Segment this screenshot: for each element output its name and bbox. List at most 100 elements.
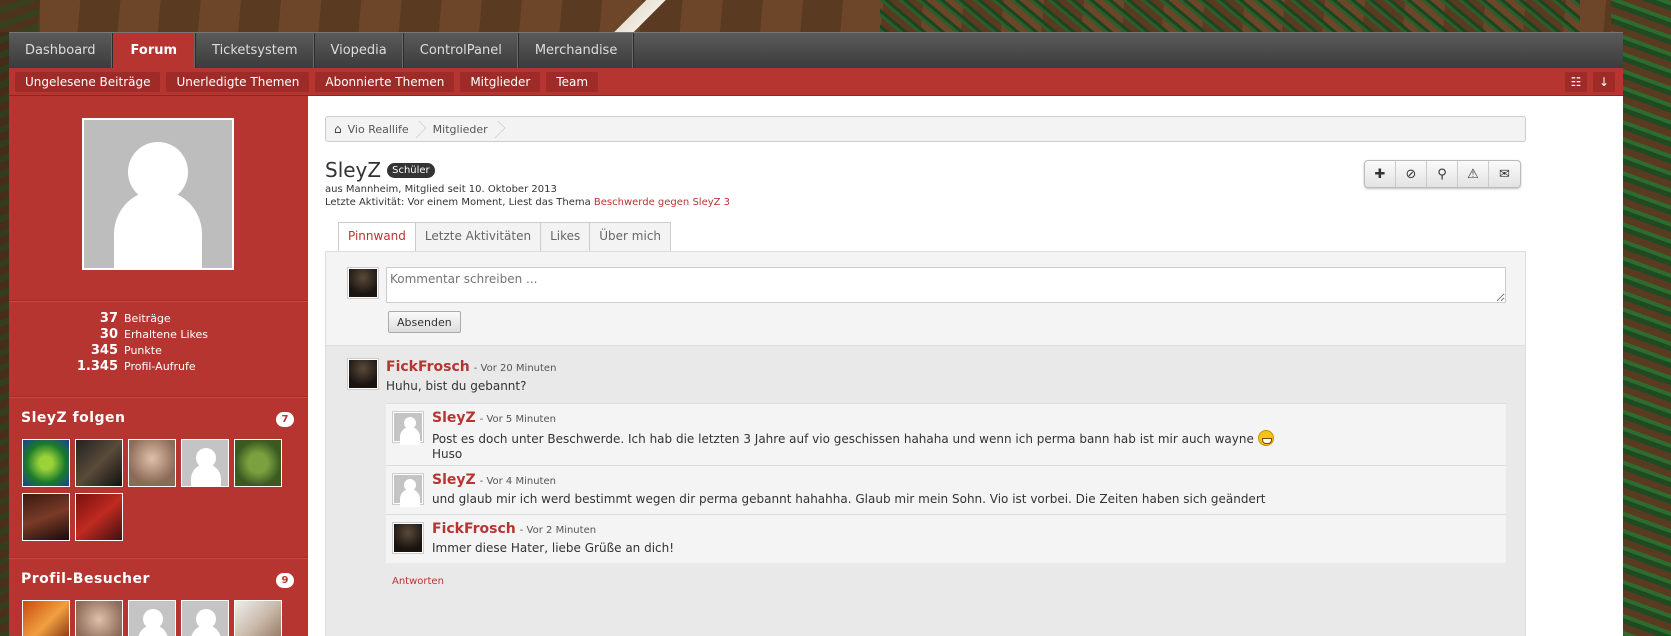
divider [9,300,308,301]
subnav-subscribed[interactable]: Abonnierte Themen [315,71,455,92]
reply-author[interactable]: FickFrosch [432,521,516,537]
reply-avatar[interactable] [392,522,424,554]
arrow-down-icon[interactable]: ↓ [1593,72,1615,92]
visitor-avatar[interactable] [22,600,70,636]
subnav-members[interactable]: Mitglieder [460,71,541,92]
reply-avatar[interactable] [392,473,424,507]
tab-dashboard[interactable]: Dashboard [9,33,113,68]
tab-pinnwand[interactable]: Pinnwand [338,222,416,252]
following-avatar[interactable] [75,493,123,541]
following-avatar[interactable] [181,439,229,487]
reply-text: Post es doch unter Beschwerde. Ich hab d… [432,430,1274,462]
wall: Absenden FickFrosch - Vor 20 Minuten Huh… [325,251,1526,636]
warning-icon[interactable]: ⚠ [1458,161,1489,187]
background-top [0,0,1671,32]
stat-value: 37 [99,310,118,326]
breadcrumb-item-members[interactable]: Mitglieder [425,117,504,141]
reply-line: Post es doch unter Beschwerde. Ich hab d… [432,432,1254,446]
divider [9,396,308,397]
profile-avatar [82,118,234,270]
stat-label: Profil-Aufrufe [124,359,196,373]
following-avatar[interactable] [22,493,70,541]
reply-time: - Vor 2 Minuten [519,525,597,536]
reply-item: FickFrosch - Vor 2 Minuten Immer diese H… [386,514,1506,563]
post-author[interactable]: FickFrosch [386,359,470,375]
comment-input[interactable] [386,267,1506,303]
post-text: Huhu, bist du gebannt? [386,379,527,393]
reply-author[interactable]: SleyZ [432,472,476,488]
subnav-team[interactable]: Team [546,71,599,92]
following-avatar[interactable] [22,439,70,487]
reply-time: - Vor 4 Minuten [479,476,556,487]
reply-text: und glaub mir ich werd bestimmt wegen di… [432,492,1266,506]
tab-forum[interactable]: Forum [112,33,197,68]
tab-ticketsystem[interactable]: Ticketsystem [196,33,315,68]
visitor-avatar[interactable] [234,600,282,636]
profile-tabs: Pinnwand Letzte Aktivitäten Likes Über m… [338,222,672,252]
stat-label: Punkte [124,343,162,357]
stat-value: 345 [90,342,118,358]
reply-item: SleyZ - Vor 4 Minuten und glaub mir ich … [386,465,1506,514]
plus-icon[interactable]: ✚ [1365,161,1396,187]
sitemap-icon[interactable]: ☷ [1565,72,1587,92]
tab-about[interactable]: Über mich [589,222,672,252]
visitor-avatar[interactable] [181,600,229,636]
tab-merchandise[interactable]: Merchandise [519,33,635,68]
stat-views: 1.345 Profil-Aufrufe [9,358,308,374]
visitor-avatar[interactable] [128,600,176,636]
stat-label: Beiträge [124,311,171,325]
following-avatar[interactable] [234,439,282,487]
rank-badge: Schüler [387,162,435,178]
breadcrumb-item-home[interactable]: ⌂ Vio Reallife [326,117,425,141]
activity-link[interactable]: Beschwerde gegen SleyZ 3 [594,197,730,208]
post-author-avatar[interactable] [347,358,379,390]
profile-activity: Letzte Aktivität: Vor einem Moment, Lies… [325,197,730,208]
tab-controlpanel[interactable]: ControlPanel [404,33,519,68]
stat-points[interactable]: 345 Punkte [9,342,308,358]
subnav-unread[interactable]: Ungelesene Beiträge [15,71,161,92]
chat-icon[interactable]: ✉ [1489,161,1520,187]
tab-recent-activity[interactable]: Letzte Aktivitäten [414,222,542,252]
stat-value: 1.345 [76,358,118,374]
stat-likes[interactable]: 30 Erhaltene Likes [9,326,308,342]
tab-viopedia[interactable]: Viopedia [315,33,404,68]
profile-meta: aus Mannheim, Mitglied seit 10. Oktober … [325,184,557,195]
profile-actions: ✚ ⊘ ⚲ ⚠ ✉ [1364,160,1521,188]
reply-line: Huso [432,447,463,461]
reply-author[interactable]: SleyZ [432,410,476,426]
following-avatar[interactable] [75,439,123,487]
home-icon: ⌂ [334,122,342,136]
tab-likes[interactable]: Likes [540,222,591,252]
profile-content: ⌂ Vio Reallife Mitglieder SleyZ Schüler … [308,96,1623,636]
block-icon[interactable]: ⊘ [1396,161,1427,187]
own-avatar [347,267,379,299]
visitors-list [22,600,302,636]
reply-time: - Vor 5 Minuten [479,414,556,425]
reply-link[interactable]: Antworten [392,576,444,587]
visitors-heading: Profil-Besucher [21,571,150,587]
reply-header: SleyZ - Vor 4 Minuten [432,472,556,488]
post-header: FickFrosch - Vor 20 Minuten [386,359,556,375]
following-avatar[interactable] [128,439,176,487]
profile-sidebar: 37 Beiträge 30 Erhaltene Likes 345 Punkt… [9,96,308,636]
post-time: - Vor 20 Minuten [473,363,557,374]
following-count-badge: 7 [276,412,294,427]
profile-header: SleyZ Schüler [325,158,435,182]
wall-post: FickFrosch - Vor 20 Minuten Huhu, bist d… [326,346,1525,636]
grin-emoji-icon [1257,430,1274,446]
search-icon[interactable]: ⚲ [1427,161,1458,187]
reply-avatar[interactable] [392,411,424,445]
subnav-unresolved[interactable]: Unerledigte Themen [166,71,310,92]
stat-value: 30 [99,326,118,342]
divider [9,557,308,558]
following-list [22,439,302,547]
background-envelope [560,0,720,32]
page-title: SleyZ [325,158,382,182]
submit-button[interactable]: Absenden [388,311,461,333]
comment-form: Absenden [326,252,1525,346]
reply-header: SleyZ - Vor 5 Minuten [432,410,556,426]
page-wrapper: Dashboard Forum Ticketsystem Viopedia Co… [9,32,1623,636]
stat-posts[interactable]: 37 Beiträge [9,310,308,326]
visitor-avatar[interactable] [75,600,123,636]
following-heading: SleyZ folgen [21,410,126,426]
